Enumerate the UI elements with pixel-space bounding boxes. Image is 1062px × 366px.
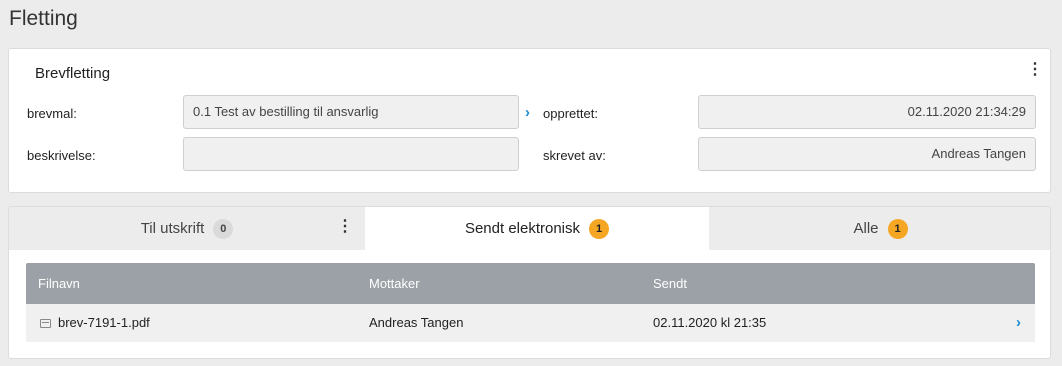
skrevet-av-label: skrevet av:: [543, 148, 606, 163]
column-header-sendt[interactable]: Sendt: [653, 263, 687, 304]
tab-bar: Til utskrift 0 ⋮ Sendt elektronisk 1 All…: [9, 207, 1050, 250]
column-header-mottaker[interactable]: Mottaker: [369, 263, 420, 304]
opprettet-field[interactable]: 02.11.2020 21:34:29: [698, 95, 1036, 129]
card-menu-kebab-icon[interactable]: ⋮: [1027, 62, 1043, 78]
tab-menu-kebab-icon[interactable]: ⋮: [337, 219, 353, 235]
card-title: Brevfletting: [35, 65, 111, 82]
count-badge: 1: [887, 218, 908, 239]
page-title: Fletting: [9, 7, 78, 30]
mail-file-icon: [40, 319, 51, 328]
brevmal-open-chevron-icon[interactable]: ›: [525, 105, 530, 121]
opprettet-label: opprettet:: [543, 106, 598, 121]
row-open-chevron-icon[interactable]: ›: [1016, 315, 1021, 331]
brevmal-label: brevmal:: [27, 106, 77, 121]
files-table: Filnavn Mottaker Sendt brev-7191-1.pdf A…: [26, 263, 1035, 342]
tab-sendt-elektronisk[interactable]: Sendt elektronisk 1: [365, 207, 709, 250]
beskrivelse-label: beskrivelse:: [27, 148, 96, 163]
tab-til-utskrift[interactable]: Til utskrift 0: [9, 207, 365, 250]
tab-alle[interactable]: Alle 1: [709, 207, 1050, 250]
beskrivelse-field[interactable]: [183, 137, 519, 171]
skrevet-av-field[interactable]: Andreas Tangen: [698, 137, 1036, 171]
cell-filnavn: brev-7191-1.pdf: [58, 315, 150, 330]
cell-sendt: 02.11.2020 kl 21:35: [653, 315, 767, 330]
count-badge: 1: [589, 218, 610, 239]
forsendelser-panel: Til utskrift 0 ⋮ Sendt elektronisk 1 All…: [8, 206, 1051, 359]
tab-label: Alle: [853, 220, 879, 237]
table-header: Filnavn Mottaker Sendt: [26, 263, 1035, 304]
column-header-filnavn[interactable]: Filnavn: [38, 263, 80, 304]
cell-mottaker: Andreas Tangen: [369, 315, 464, 330]
table-row[interactable]: brev-7191-1.pdf Andreas Tangen 02.11.202…: [26, 304, 1035, 342]
tab-label: Sendt elektronisk: [464, 220, 581, 237]
count-badge: 0: [213, 218, 234, 239]
brevmal-field[interactable]: 0.1 Test av bestilling til ansvarlig: [183, 95, 519, 129]
brevfletting-card: Brevfletting ⋮ brevmal: 0.1 Test av best…: [8, 48, 1051, 193]
tab-label: Til utskrift: [140, 220, 205, 237]
